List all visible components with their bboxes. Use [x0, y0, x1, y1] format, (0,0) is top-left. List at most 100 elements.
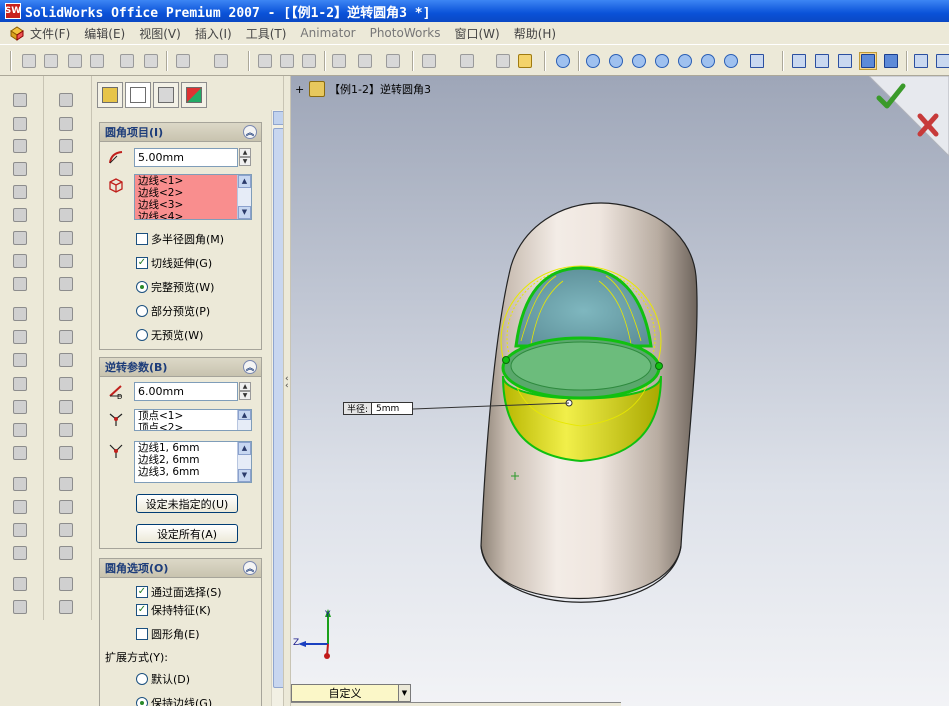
pan-view-icon[interactable] — [699, 52, 717, 70]
swept-cut-icon[interactable] — [12, 276, 28, 292]
scroll-down-icon[interactable]: ▼ — [238, 206, 251, 219]
full-preview-radio[interactable]: 完整预览(W) — [136, 279, 214, 295]
scroll-down-icon[interactable]: ▼ — [238, 469, 251, 482]
splitter-grip-icon[interactable]: ‹ ‹ — [285, 375, 289, 391]
sketch-curve-icon[interactable] — [58, 599, 74, 615]
set-unassigned-button[interactable]: 设定未指定的(U) — [136, 494, 238, 513]
sketch-line-icon[interactable] — [58, 92, 74, 108]
redo-icon[interactable] — [212, 52, 230, 70]
tab-property-manager[interactable] — [125, 82, 151, 108]
graphics-area[interactable]: Y Z 半径: 5mm + 【例1-2】逆转圆角3 自定义 ▼ — [291, 76, 949, 706]
sketch-copy-icon[interactable] — [58, 445, 74, 461]
reference-axis-icon[interactable] — [12, 599, 28, 615]
help-icon[interactable] — [516, 52, 534, 70]
sketch-trim-icon[interactable] — [58, 329, 74, 345]
print-preview-icon[interactable] — [118, 52, 136, 70]
sketch-mirror-icon[interactable] — [58, 399, 74, 415]
model-view[interactable]: Y Z — [291, 76, 949, 706]
list-item[interactable]: 边线2, 6mm — [135, 454, 251, 466]
swept-boss-icon[interactable] — [12, 184, 28, 200]
zoom-selection-icon[interactable] — [653, 52, 671, 70]
sketch-centerline-icon[interactable] — [58, 276, 74, 292]
setback-distance-input[interactable]: 6.00mm — [134, 382, 238, 401]
collapse-icon[interactable]: ︽ — [243, 125, 257, 139]
menu-tools[interactable]: 工具(T) — [246, 25, 287, 42]
scroll-up-icon[interactable]: ▲ — [238, 442, 251, 455]
mirror-icon[interactable] — [12, 522, 28, 538]
solidworks-logo-icon[interactable] — [8, 24, 26, 42]
collapse-icon[interactable]: ︽ — [243, 360, 257, 374]
reference-plane-icon[interactable] — [12, 576, 28, 592]
solidworks-app-icon[interactable]: SW — [5, 3, 21, 19]
group-header[interactable]: 圆角选项(O) ︽ — [100, 559, 261, 578]
default-radio[interactable]: 默认(D) — [136, 671, 190, 687]
zoom-fit-icon[interactable] — [584, 52, 602, 70]
sketch-move-icon[interactable] — [58, 422, 74, 438]
chamfer-icon[interactable] — [12, 352, 28, 368]
extruded-boss-icon[interactable] — [12, 138, 28, 154]
new-document-icon[interactable] — [20, 52, 38, 70]
menu-photoworks[interactable]: PhotoWorks — [370, 26, 441, 40]
hidden-lines-removed-icon[interactable] — [836, 52, 854, 70]
sketch-pattern-icon[interactable] — [58, 522, 74, 538]
vertices-listbox[interactable]: 顶点<1> 顶点<2> ▲ — [134, 409, 252, 431]
shaded-icon[interactable] — [882, 52, 900, 70]
select-icon[interactable] — [256, 52, 274, 70]
smart-dimension-icon[interactable] — [12, 92, 28, 108]
dome-icon[interactable] — [12, 545, 28, 561]
sketch-polygon-icon[interactable] — [58, 184, 74, 200]
partial-preview-radio[interactable]: 部分预览(P) — [136, 303, 210, 319]
tab-feature-manager[interactable] — [97, 82, 123, 108]
sketch-circle-icon[interactable] — [58, 138, 74, 154]
panel-splitter[interactable]: ‹ ‹ — [283, 76, 291, 706]
keep-edge-radio[interactable]: 保持边线(G) — [136, 695, 212, 706]
shadows-icon[interactable] — [912, 52, 930, 70]
keep-features-checkbox[interactable]: ✓ 保持特征(K) — [136, 602, 211, 618]
menu-insert[interactable]: 插入(I) — [195, 25, 232, 42]
grid-icon[interactable] — [384, 52, 402, 70]
fillet-icon[interactable] — [12, 329, 28, 345]
list-item[interactable]: 边线3, 6mm — [135, 466, 251, 478]
shaded-with-edges-icon[interactable] — [859, 52, 877, 70]
sketch-scale-icon[interactable] — [58, 499, 74, 515]
layout-icon[interactable] — [458, 52, 476, 70]
radius-callout[interactable]: 半径: 5mm — [343, 402, 413, 415]
zoom-in-out-icon[interactable] — [630, 52, 648, 70]
tab-configuration-manager[interactable] — [153, 82, 179, 108]
list-item[interactable]: 边线<2> — [135, 187, 251, 199]
lofted-cut-icon[interactable] — [12, 306, 28, 322]
open-icon[interactable] — [42, 52, 60, 70]
pan-hand-icon[interactable] — [300, 52, 318, 70]
revolved-boss-icon[interactable] — [12, 161, 28, 177]
expand-icon[interactable]: + — [295, 83, 305, 96]
tab-display-manager[interactable] — [181, 82, 207, 108]
circular-pattern-icon[interactable] — [12, 499, 28, 515]
distance-spinner[interactable]: ▲ ▼ — [239, 382, 251, 401]
group-header[interactable]: 圆角项目(I) ︽ — [100, 123, 261, 142]
list-item[interactable]: 顶点<2> — [135, 422, 251, 430]
rib-icon[interactable] — [12, 376, 28, 392]
menu-animator[interactable]: Animator — [300, 26, 355, 40]
list-item[interactable]: 边线1, 6mm — [135, 442, 251, 454]
extruded-cut-icon[interactable] — [12, 230, 28, 246]
feature-tree-root[interactable]: + 【例1-2】逆转圆角3 — [295, 81, 431, 97]
undo-icon[interactable] — [174, 52, 192, 70]
rotate-view-icon[interactable] — [676, 52, 694, 70]
menu-file[interactable]: 文件(F) — [30, 25, 70, 42]
sketch-plane-icon[interactable] — [58, 230, 74, 246]
menu-help[interactable]: 帮助(H) — [514, 25, 556, 42]
sketch-relation-icon[interactable] — [554, 52, 572, 70]
save-icon[interactable] — [66, 52, 84, 70]
radius-input[interactable]: 5.00mm — [134, 148, 238, 167]
radius-spinner[interactable]: ▲ ▼ — [239, 148, 251, 167]
sketch-fillet-icon[interactable] — [58, 306, 74, 322]
print-icon[interactable] — [88, 52, 106, 70]
list-scrollbar[interactable]: ▲ — [237, 410, 251, 430]
select-other-icon[interactable] — [278, 52, 296, 70]
revolved-cut-icon[interactable] — [12, 253, 28, 269]
hidden-lines-visible-icon[interactable] — [813, 52, 831, 70]
round-corners-checkbox[interactable]: 圆形角(E) — [136, 626, 200, 642]
cut-icon[interactable] — [142, 52, 160, 70]
sketch-slot-icon[interactable] — [58, 207, 74, 223]
shell-icon[interactable] — [12, 399, 28, 415]
